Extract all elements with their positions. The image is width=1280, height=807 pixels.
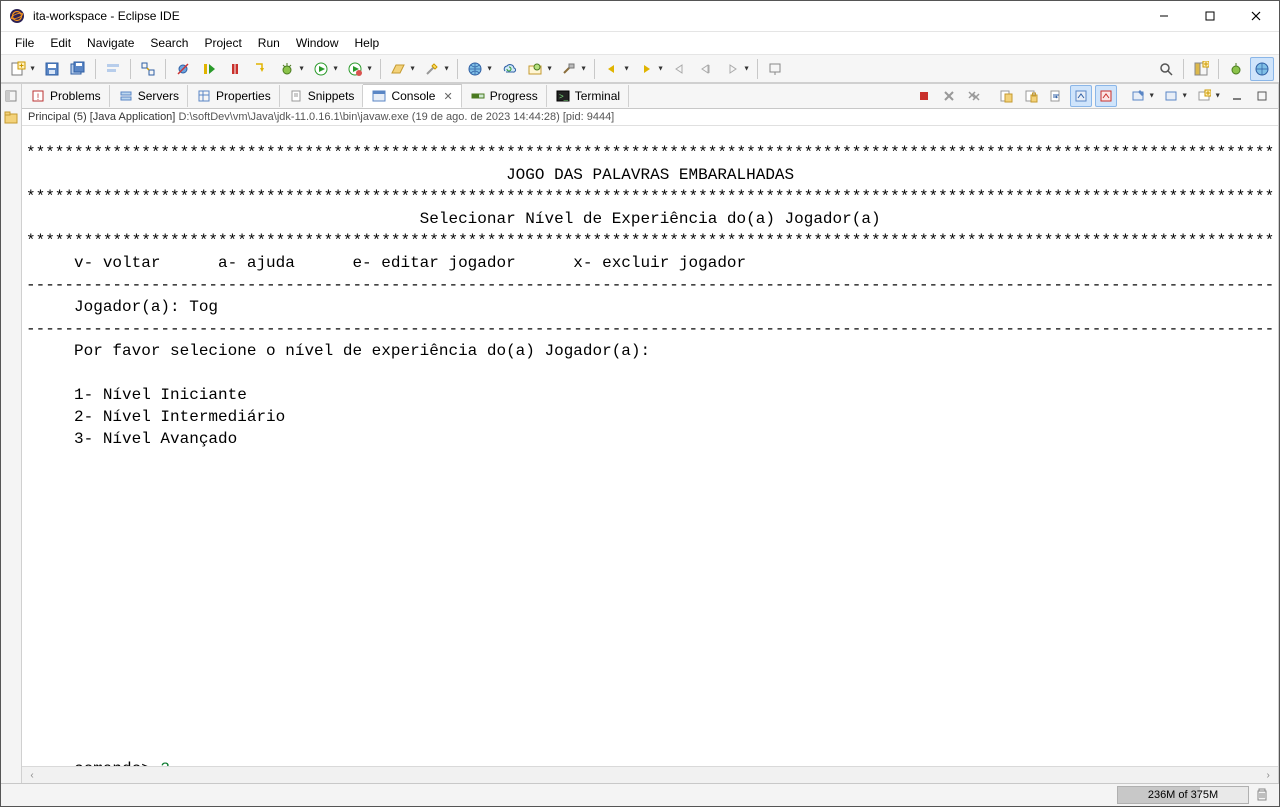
run-button[interactable]: ▼ (309, 57, 333, 81)
minimize-view-button[interactable] (1226, 85, 1248, 107)
svg-text:!: ! (37, 92, 40, 102)
maximize-view-button[interactable] (1251, 85, 1273, 107)
servers-icon (118, 88, 134, 104)
minimize-button[interactable] (1141, 1, 1187, 31)
nav-back-button[interactable]: ▼ (600, 57, 624, 81)
main-toolbar: ▼ ▼ ▼ ▼ ▼ ▼ ▼ ▼ ▼ ▼ ▼ ▼ (1, 55, 1279, 83)
properties-icon (196, 88, 212, 104)
snippets-icon (288, 88, 304, 104)
search-icon[interactable] (1154, 57, 1178, 81)
window-title: ita-workspace - Eclipse IDE (33, 9, 180, 23)
toggle-breadcrumb-button[interactable] (101, 57, 125, 81)
menu-edit[interactable]: Edit (42, 34, 79, 52)
progress-icon (470, 88, 486, 104)
clear-console-button[interactable] (995, 85, 1017, 107)
tab-label: Properties (216, 89, 271, 103)
menu-bar: File Edit Navigate Search Project Run Wi… (1, 32, 1279, 55)
tab-label: Console (391, 89, 435, 103)
run-hammer-button[interactable]: ▼ (557, 57, 581, 81)
refresh-cloud-button[interactable] (497, 57, 521, 81)
close-tab-icon[interactable]: ✕ (443, 90, 452, 103)
close-button[interactable] (1233, 1, 1279, 31)
nav-next-button[interactable]: ▼ (720, 57, 744, 81)
restore-left-icon[interactable] (1, 86, 21, 106)
menu-project[interactable]: Project (196, 34, 249, 52)
pin-editor-button[interactable] (763, 57, 787, 81)
tab-console[interactable]: Console ✕ (363, 84, 461, 108)
tab-snippets[interactable]: Snippets (280, 85, 364, 107)
open-perspective-button[interactable] (1189, 57, 1213, 81)
menu-window[interactable]: Window (288, 34, 347, 52)
nav-forward-button[interactable]: ▼ (634, 57, 658, 81)
save-all-button[interactable] (66, 57, 90, 81)
new-wizard-button[interactable]: ▼ (420, 57, 444, 81)
tab-label: Snippets (308, 89, 355, 103)
console-icon (371, 88, 387, 104)
tab-problems[interactable]: ! Problems (22, 85, 110, 107)
display-selected-console-button[interactable]: ▼ (1160, 85, 1182, 107)
tab-label: Terminal (575, 89, 620, 103)
new-server-button[interactable]: ▼ (386, 57, 410, 81)
coverage-button[interactable]: ▼ (343, 57, 367, 81)
new-button[interactable]: ▼ (6, 57, 30, 81)
tab-label: Servers (138, 89, 179, 103)
horizontal-scrollbar[interactable]: ‹› (22, 766, 1278, 783)
open-type-button[interactable]: ▼ (523, 57, 547, 81)
show-when-stdout-button[interactable] (1070, 85, 1092, 107)
resume-button[interactable] (197, 57, 221, 81)
run-gc-button[interactable] (1255, 787, 1271, 803)
console-area[interactable]: ****************************************… (22, 126, 1278, 766)
java-ee-perspective-button[interactable] (1250, 57, 1274, 81)
step-into-button[interactable] (249, 57, 273, 81)
tab-terminal[interactable]: >_ Terminal (547, 85, 629, 107)
tab-properties[interactable]: Properties (188, 85, 280, 107)
show-when-stderr-button[interactable] (1095, 85, 1117, 107)
web-browser-button[interactable]: ▼ (463, 57, 487, 81)
tab-label: Problems (50, 89, 101, 103)
svg-text:>_: >_ (559, 92, 569, 101)
maximize-button[interactable] (1187, 1, 1233, 31)
launch-descriptor: Principal (5) [Java Application] D:\soft… (22, 109, 1278, 126)
status-bar: 236M of 375M (1, 783, 1279, 806)
save-button[interactable] (40, 57, 64, 81)
debug-perspective-button[interactable] (1224, 57, 1248, 81)
nav-prev-button[interactable] (668, 57, 692, 81)
console-output[interactable]: ****************************************… (22, 142, 1278, 766)
terminate-console-button[interactable] (913, 85, 935, 107)
remove-launch-button[interactable] (938, 85, 960, 107)
menu-search[interactable]: Search (142, 34, 196, 52)
package-explorer-icon[interactable] (1, 108, 21, 128)
menu-navigate[interactable]: Navigate (79, 34, 142, 52)
tab-label: Progress (490, 89, 538, 103)
menu-file[interactable]: File (7, 34, 42, 52)
debug-button[interactable]: ▼ (275, 57, 299, 81)
terminal-icon: >_ (555, 88, 571, 104)
problems-icon: ! (30, 88, 46, 104)
tab-servers[interactable]: Servers (110, 85, 188, 107)
open-console-button[interactable]: ▼ (1193, 85, 1215, 107)
heap-status[interactable]: 236M of 375M (1117, 786, 1249, 804)
menu-run[interactable]: Run (250, 34, 288, 52)
remove-all-launches-button[interactable] (963, 85, 985, 107)
scroll-lock-button[interactable] (1020, 85, 1042, 107)
link-editor-button[interactable] (136, 57, 160, 81)
tab-progress[interactable]: Progress (462, 85, 547, 107)
skip-breakpoints-button[interactable] (171, 57, 195, 81)
pin-console-button[interactable]: ▼ (1127, 85, 1149, 107)
eclipse-icon (9, 8, 25, 24)
nav-up-button[interactable] (694, 57, 718, 81)
terminate-button[interactable] (223, 57, 247, 81)
menu-help[interactable]: Help (347, 34, 388, 52)
word-wrap-button[interactable] (1045, 85, 1067, 107)
